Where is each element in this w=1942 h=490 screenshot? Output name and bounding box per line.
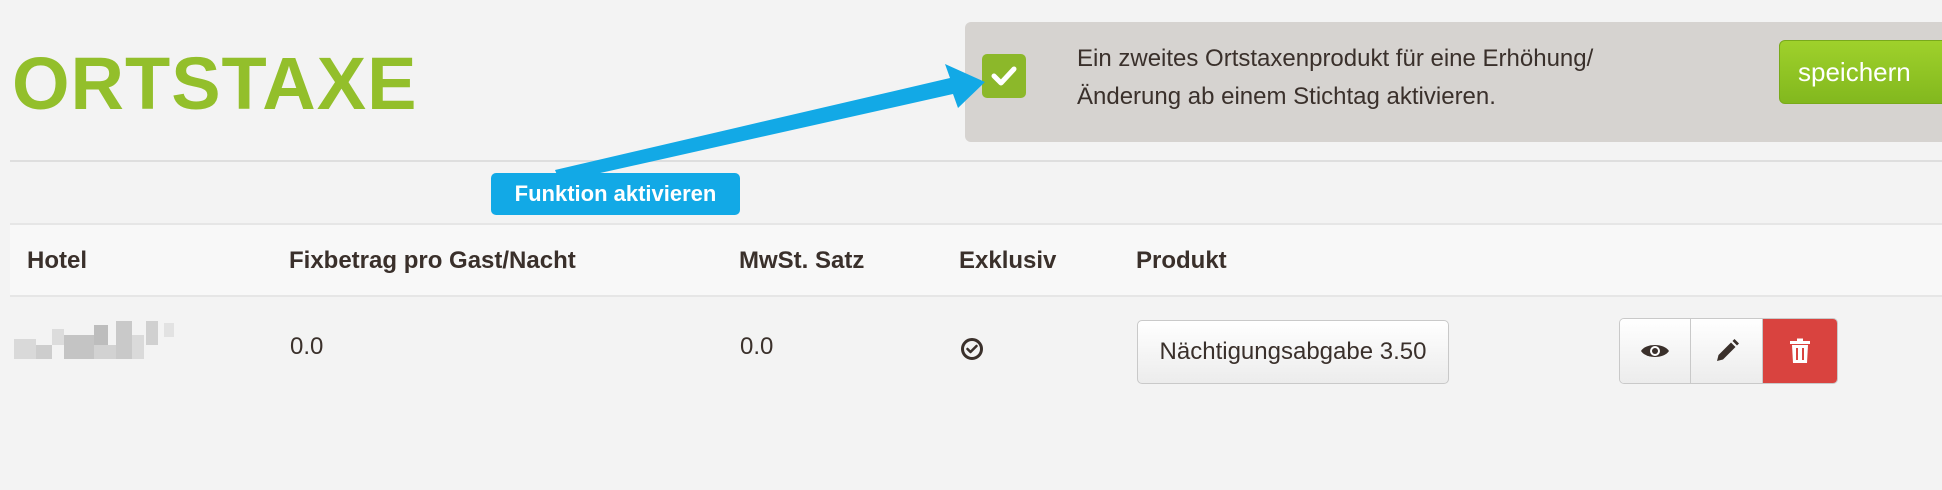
trash-icon (1789, 338, 1810, 363)
option-description: Ein zweites Ortstaxenprodukt für eine Er… (1077, 45, 1594, 110)
table-row: 0.0 0.0 Nächtigungsabgabe 3.50 (0, 300, 1942, 400)
column-header-mwst: MwSt. Satz (739, 247, 865, 274)
annotation-callout: Funktion aktivieren (491, 173, 740, 215)
eye-icon (1641, 345, 1670, 357)
page: ORTSTAXE Ein zweites Ortstaxenprodukt fü… (0, 0, 1942, 490)
edit-button[interactable] (1691, 319, 1763, 383)
pencil-icon (1716, 339, 1739, 361)
column-header-produkt: Produkt (1136, 247, 1227, 274)
mwst-value: 0.0 (740, 333, 774, 360)
option-panel: Ein zweites Ortstaxenprodukt für eine Er… (965, 22, 1942, 142)
table-header: Hotel Fixbetrag pro Gast/Nacht MwSt. Sat… (10, 223, 1942, 297)
column-header-fixbetrag: Fixbetrag pro Gast/Nacht (289, 247, 576, 274)
view-button[interactable] (1620, 319, 1692, 383)
row-actions (1619, 318, 1838, 384)
page-title: ORTSTAXE (12, 42, 418, 125)
activate-checkbox[interactable] (982, 54, 1026, 98)
check-icon (991, 66, 1017, 86)
hotel-name-redacted (14, 321, 184, 363)
delete-button[interactable] (1762, 319, 1837, 383)
column-header-exklusiv: Exklusiv (959, 247, 1057, 274)
save-button[interactable]: speichern (1779, 40, 1942, 104)
header-divider (10, 160, 1942, 162)
column-header-hotel: Hotel (27, 247, 87, 274)
check-circle-icon (961, 338, 983, 360)
product-button[interactable]: Nächtigungsabgabe 3.50 (1137, 320, 1449, 384)
fixbetrag-value: 0.0 (290, 333, 324, 360)
